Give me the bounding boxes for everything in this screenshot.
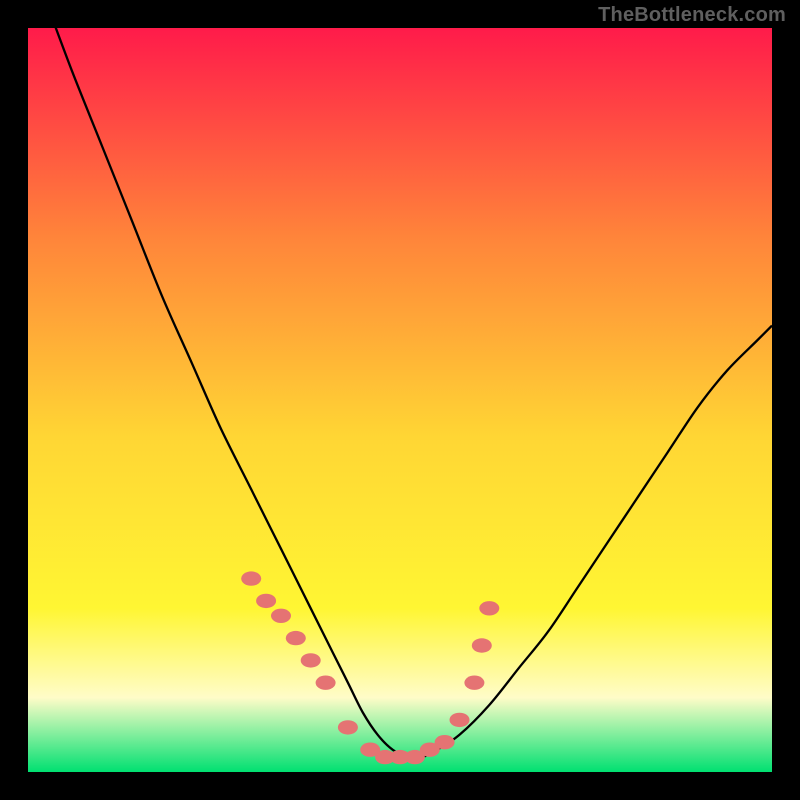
marker-point bbox=[301, 653, 321, 667]
marker-point bbox=[241, 571, 261, 585]
chart-svg bbox=[28, 28, 772, 772]
marker-point bbox=[316, 676, 336, 690]
marker-point bbox=[338, 720, 358, 734]
plot-area bbox=[28, 28, 772, 772]
marker-point bbox=[464, 676, 484, 690]
marker-point bbox=[450, 713, 470, 727]
marker-point bbox=[479, 601, 499, 615]
gradient-background bbox=[28, 28, 772, 772]
chart-frame: TheBottleneck.com bbox=[0, 0, 800, 800]
marker-point bbox=[472, 638, 492, 652]
marker-point bbox=[271, 609, 291, 623]
marker-point bbox=[286, 631, 306, 645]
marker-point bbox=[435, 735, 455, 749]
marker-point bbox=[256, 594, 276, 608]
attribution-text: TheBottleneck.com bbox=[598, 4, 786, 27]
